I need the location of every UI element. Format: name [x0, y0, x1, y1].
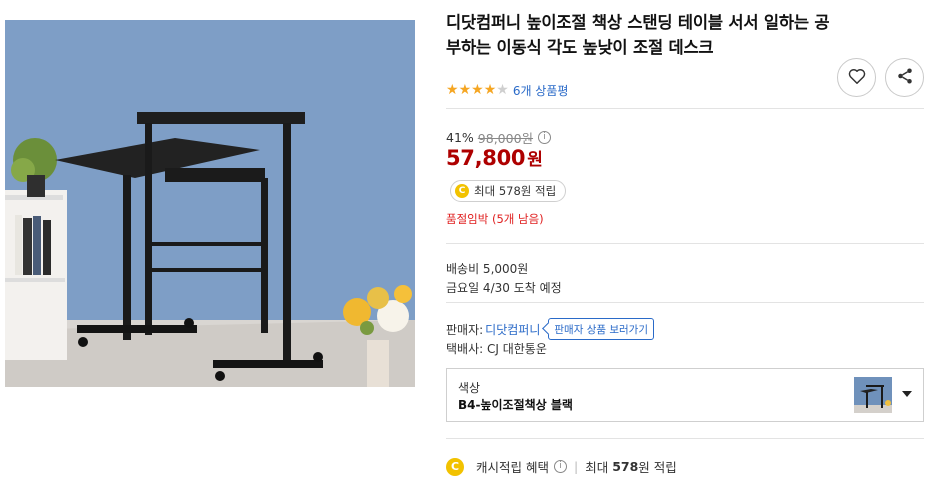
- info-icon[interactable]: i: [538, 131, 552, 144]
- info-icon[interactable]: i: [553, 460, 567, 473]
- heart-icon: [848, 68, 866, 88]
- cash-benefit-row: C 캐시적립 혜택 i | 최대 578 원 적립: [446, 457, 677, 476]
- cash-prefix: 최대: [585, 460, 609, 475]
- seller-name-link[interactable]: 디닷컴퍼니: [485, 321, 540, 338]
- cash-benefit-label: 캐시적립 혜택: [476, 460, 549, 475]
- arrival-date: 금요일 4/30 도착 예정: [446, 281, 562, 295]
- cash-amount: 578: [612, 459, 639, 474]
- divider: [446, 302, 924, 303]
- product-image[interactable]: [5, 20, 415, 387]
- star-icon: ★: [483, 82, 497, 98]
- coin-icon: C: [446, 457, 464, 476]
- star-empty-icon: ★: [496, 82, 509, 98]
- shipping-fee: 배송비 5,000원: [446, 262, 529, 276]
- share-button[interactable]: [885, 58, 924, 97]
- option-thumbnail: [854, 377, 892, 413]
- option-value: B4-높이조절책상 블랙: [458, 398, 573, 412]
- divider: [446, 108, 924, 109]
- chevron-down-icon[interactable]: [902, 391, 912, 397]
- rating-stars: ★ ★ ★ ★ ★: [446, 83, 509, 97]
- star-icon: ★: [471, 82, 484, 98]
- divider: [446, 243, 924, 244]
- product-title: 디닷컴퍼니 높이조절 책상 스탠딩 테이블 서서 일하는 공부하는 이동식 각도…: [446, 13, 830, 57]
- separator: |: [573, 459, 579, 474]
- seller-products-button[interactable]: 판매자 상품 보러가기: [548, 318, 654, 340]
- share-icon: [896, 67, 914, 89]
- seller-row: 판매자: 디닷컴퍼니 판매자 상품 보러가기: [446, 318, 654, 340]
- stock-notice: 품절임박 (5개 남음): [446, 212, 544, 226]
- discount-rate: 41%: [446, 130, 474, 145]
- color-option-select[interactable]: 색상 B4-높이조절책상 블랙: [446, 368, 924, 422]
- seller-label: 판매자:: [446, 322, 484, 337]
- sale-price: 57,800 원: [446, 145, 543, 170]
- coin-icon: C: [455, 184, 469, 198]
- cash-suffix: 원 적립: [638, 460, 677, 475]
- star-icon: ★: [458, 82, 472, 98]
- rating-row[interactable]: ★ ★ ★ ★ ★ 6개 상품평: [446, 82, 568, 98]
- star-icon: ★: [446, 82, 459, 98]
- sale-unit: 원: [527, 150, 543, 170]
- option-label: 색상: [458, 381, 481, 395]
- point-label: 최대 578원 적립: [474, 184, 557, 198]
- divider: [446, 438, 924, 439]
- courier-info: 택배사: CJ 대한통운: [446, 342, 547, 356]
- point-badge: C 최대 578원 적립: [450, 180, 567, 202]
- review-count-link[interactable]: 6개 상품평: [513, 82, 569, 99]
- sale-amount: 57,800: [446, 146, 526, 170]
- wishlist-button[interactable]: [837, 58, 876, 97]
